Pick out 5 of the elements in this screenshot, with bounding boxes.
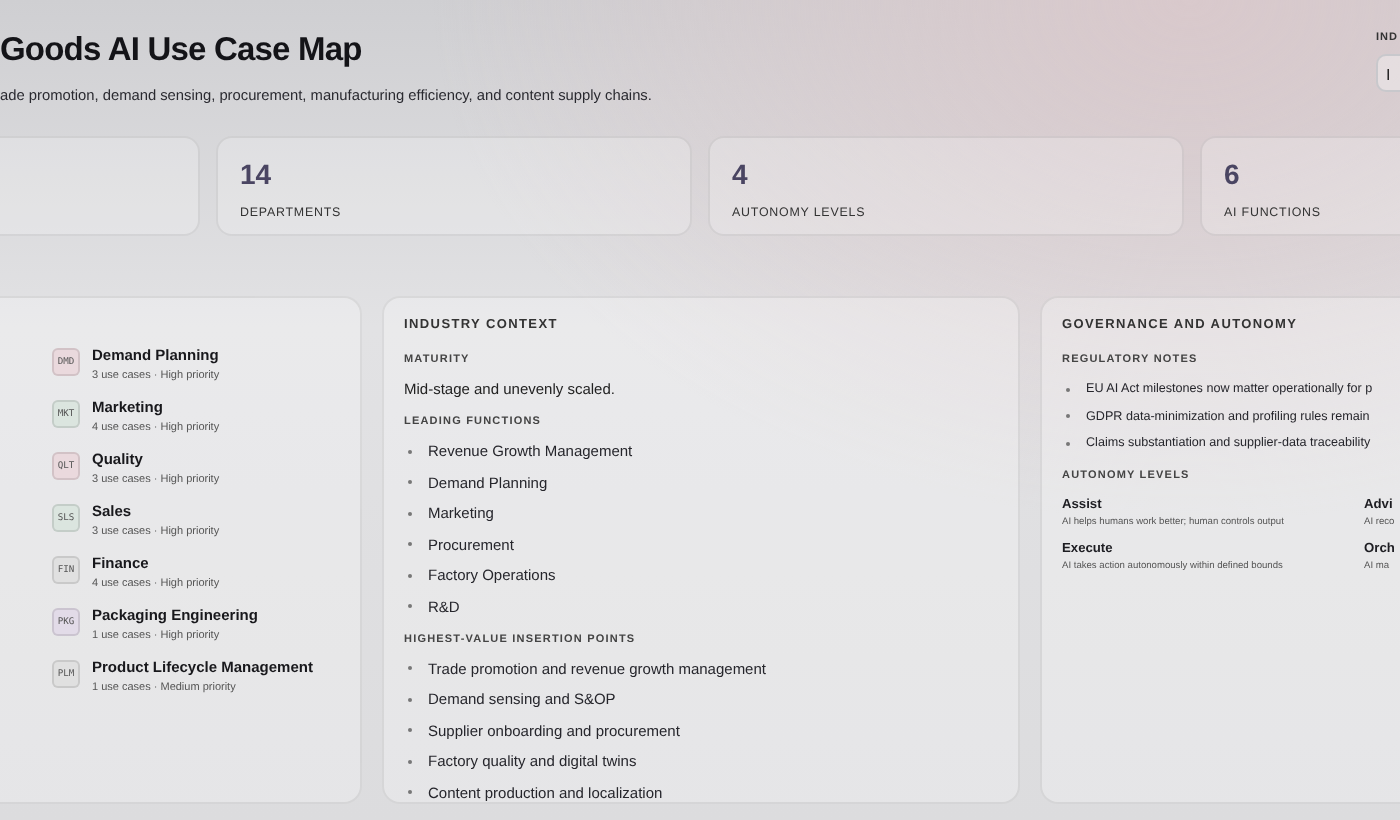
page-title: Goods AI Use Case Map — [0, 32, 364, 70]
stat-value: 6 — [1224, 156, 1242, 192]
stat-value: 14 — [240, 156, 274, 192]
stat-value: 4 — [732, 156, 750, 192]
filter-field[interactable]: I — [1376, 54, 1400, 92]
